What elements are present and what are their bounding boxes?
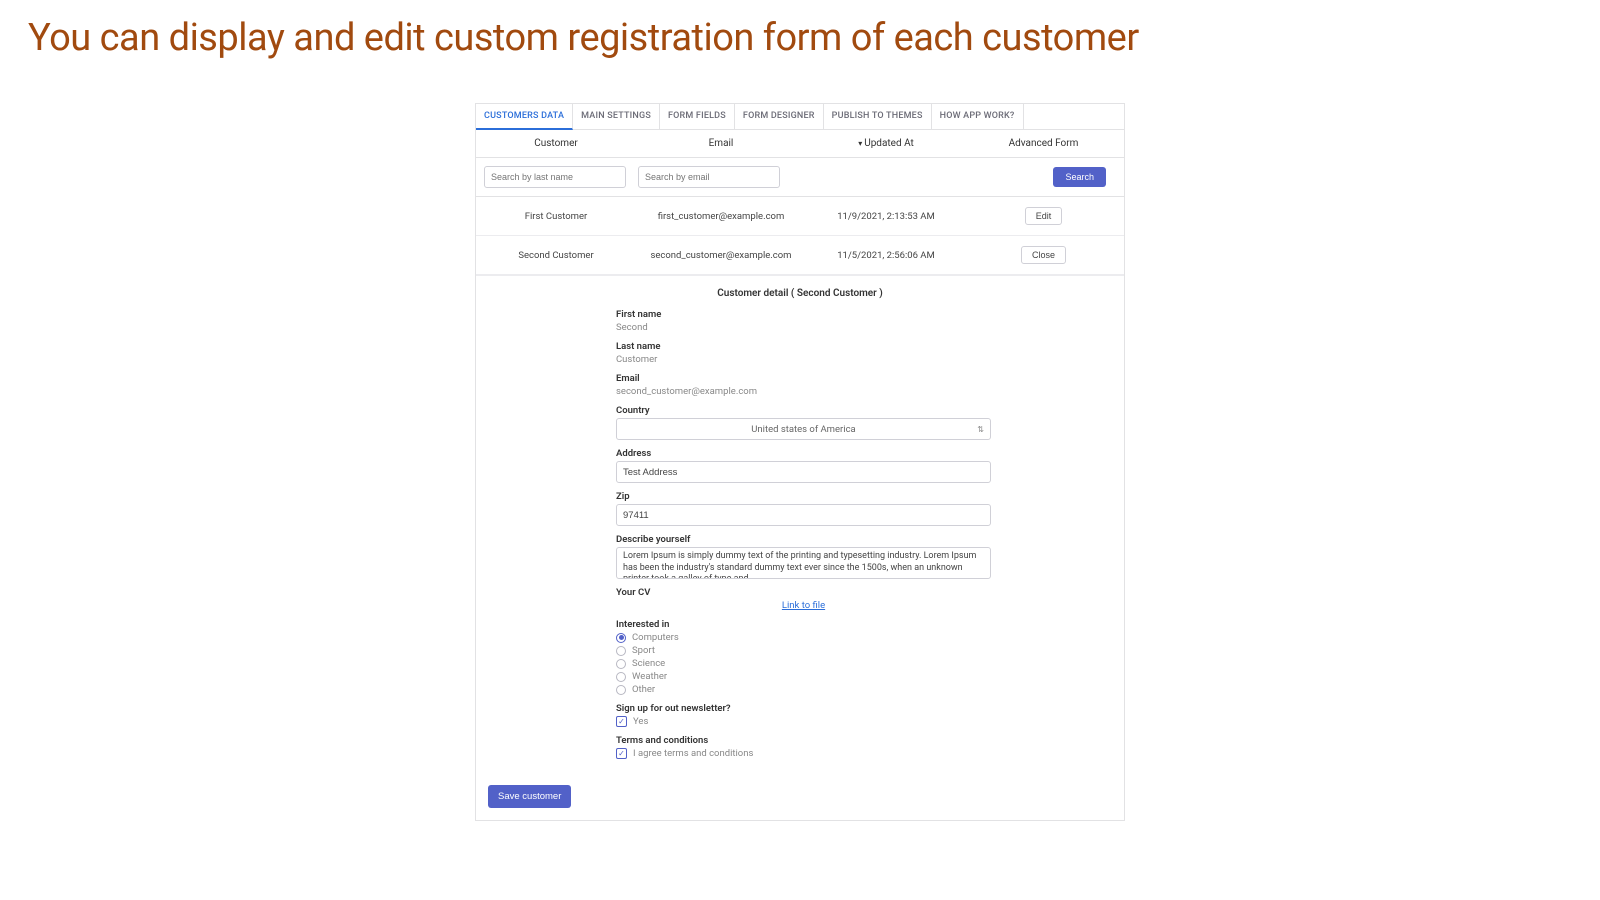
- cell-email: first_customer@example.com: [636, 211, 806, 222]
- cell-updated: 11/5/2021, 2:56:06 AM: [806, 250, 966, 261]
- table-row: Second Customer second_customer@example.…: [476, 236, 1124, 275]
- cv-link[interactable]: Link to file: [616, 600, 991, 611]
- tab-publish-to-themes[interactable]: PUBLISH TO THEMES: [824, 104, 932, 129]
- field-newsletter: Sign up for out newsletter? ✓ Yes: [616, 703, 1084, 727]
- check-icon: ✓: [616, 748, 627, 759]
- checkbox-label: Yes: [633, 716, 648, 727]
- detail-title: Customer detail ( Second Customer ): [476, 275, 1124, 305]
- field-first-name: First name Second: [616, 309, 1084, 333]
- radio-label: Weather: [632, 671, 667, 682]
- radio-sport[interactable]: Sport: [616, 645, 1084, 656]
- search-button[interactable]: Search: [1053, 167, 1106, 187]
- radio-icon: [616, 633, 626, 643]
- radio-science[interactable]: Science: [616, 658, 1084, 669]
- radio-label: Sport: [632, 645, 655, 656]
- tab-form-designer[interactable]: FORM DESIGNER: [735, 104, 824, 129]
- field-interested: Interested in Computers Sport Science We…: [616, 619, 1084, 695]
- detail-body: First name Second Last name Customer Ema…: [476, 305, 1124, 777]
- label-newsletter: Sign up for out newsletter?: [616, 703, 1084, 714]
- label-terms: Terms and conditions: [616, 735, 1084, 746]
- table-header: Customer Email ▾Updated At Advanced Form: [476, 130, 1124, 158]
- field-last-name: Last name Customer: [616, 341, 1084, 365]
- cell-updated: 11/9/2021, 2:13:53 AM: [806, 211, 966, 222]
- radio-label: Computers: [632, 632, 679, 643]
- address-input[interactable]: [616, 461, 991, 483]
- col-updated-at[interactable]: ▾Updated At: [806, 138, 966, 149]
- col-advanced[interactable]: Advanced Form: [966, 138, 1121, 149]
- label-zip: Zip: [616, 491, 1084, 502]
- col-customer[interactable]: Customer: [476, 138, 636, 149]
- label-cv: Your CV: [616, 587, 1084, 598]
- close-button[interactable]: Close: [1021, 246, 1066, 264]
- label-country: Country: [616, 405, 1084, 416]
- checkbox-label: I agree terms and conditions: [633, 748, 753, 759]
- label-interested: Interested in: [616, 619, 1084, 630]
- cell-email: second_customer@example.com: [636, 250, 806, 261]
- label-address: Address: [616, 448, 1084, 459]
- radio-other[interactable]: Other: [616, 684, 1084, 695]
- save-customer-button[interactable]: Save customer: [488, 785, 571, 808]
- field-describe: Describe yourself Lorem Ipsum is simply …: [616, 534, 1084, 579]
- label-email: Email: [616, 373, 1084, 384]
- label-last-name: Last name: [616, 341, 1084, 352]
- col-updated-label: Updated At: [864, 138, 914, 149]
- app-panel: CUSTOMERS DATA MAIN SETTINGS FORM FIELDS…: [475, 103, 1125, 821]
- field-country: Country United states of America ⇅: [616, 405, 1084, 440]
- tab-main-settings[interactable]: MAIN SETTINGS: [573, 104, 660, 129]
- cell-action: Edit: [966, 207, 1121, 225]
- chevron-updown-icon: ⇅: [977, 425, 984, 434]
- sort-desc-icon: ▾: [858, 139, 862, 148]
- search-email-input[interactable]: [638, 166, 780, 188]
- terms-checkbox[interactable]: ✓ I agree terms and conditions: [616, 748, 1084, 759]
- zip-input[interactable]: [616, 504, 991, 526]
- label-first-name: First name: [616, 309, 1084, 320]
- field-cv: Your CV Link to file: [616, 587, 1084, 611]
- search-lastname-input[interactable]: [484, 166, 626, 188]
- label-describe: Describe yourself: [616, 534, 1084, 545]
- cell-action: Close: [966, 246, 1121, 264]
- value-last-name: Customer: [616, 354, 657, 365]
- cell-customer: First Customer: [476, 211, 636, 222]
- country-select[interactable]: United states of America ⇅: [616, 418, 991, 440]
- cell-customer: Second Customer: [476, 250, 636, 261]
- field-zip: Zip: [616, 491, 1084, 526]
- tab-form-fields[interactable]: FORM FIELDS: [660, 104, 735, 129]
- radio-icon: [616, 646, 626, 656]
- table-row: First Customer first_customer@example.co…: [476, 197, 1124, 236]
- radio-icon: [616, 685, 626, 695]
- value-email: second_customer@example.com: [616, 386, 757, 397]
- newsletter-checkbox[interactable]: ✓ Yes: [616, 716, 1084, 727]
- radio-icon: [616, 672, 626, 682]
- tab-how-app-work[interactable]: HOW APP WORK?: [932, 104, 1024, 129]
- col-email[interactable]: Email: [636, 138, 806, 149]
- field-terms: Terms and conditions ✓ I agree terms and …: [616, 735, 1084, 759]
- radio-weather[interactable]: Weather: [616, 671, 1084, 682]
- tab-customers-data[interactable]: CUSTOMERS DATA: [476, 104, 573, 130]
- edit-button[interactable]: Edit: [1025, 207, 1063, 225]
- radio-label: Science: [632, 658, 665, 669]
- page-headline: You can display and edit custom registra…: [0, 0, 1600, 68]
- radio-label: Other: [632, 684, 655, 695]
- field-email: Email second_customer@example.com: [616, 373, 1084, 397]
- radio-icon: [616, 659, 626, 669]
- country-value: United states of America: [751, 424, 855, 435]
- radio-computers[interactable]: Computers: [616, 632, 1084, 643]
- value-first-name: Second: [616, 322, 648, 333]
- check-icon: ✓: [616, 716, 627, 727]
- search-row: Search: [476, 158, 1124, 197]
- field-address: Address: [616, 448, 1084, 483]
- describe-textarea[interactable]: Lorem Ipsum is simply dummy text of the …: [616, 547, 991, 579]
- tab-bar: CUSTOMERS DATA MAIN SETTINGS FORM FIELDS…: [476, 104, 1124, 130]
